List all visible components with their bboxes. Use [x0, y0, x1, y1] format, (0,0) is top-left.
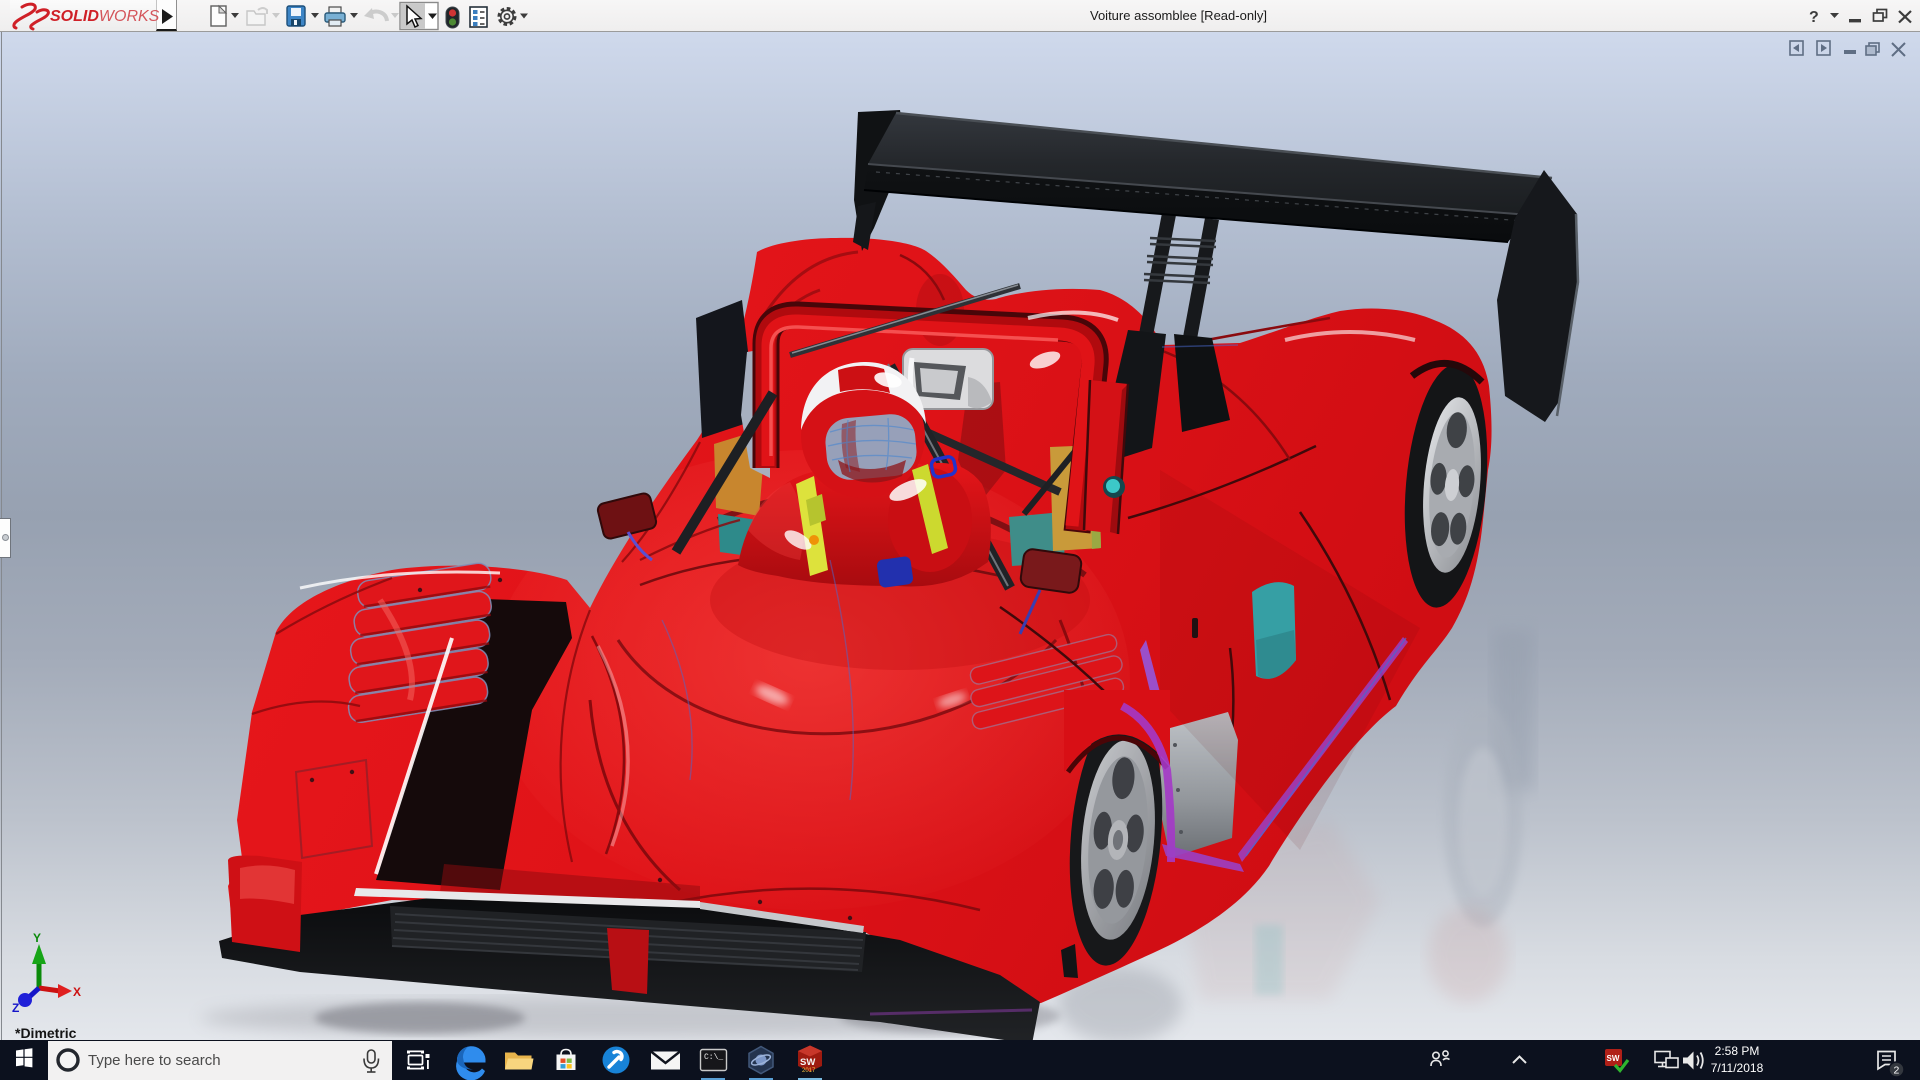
- svg-text:2017: 2017: [802, 1068, 816, 1074]
- svg-text:Y: Y: [33, 931, 41, 945]
- svg-text:2: 2: [1894, 1065, 1900, 1077]
- svg-text:SW: SW: [1607, 1054, 1620, 1063]
- svg-text:C:\_: C:\_: [704, 1053, 723, 1062]
- svg-text:SOLIDWORKS: SOLIDWORKS: [50, 8, 160, 25]
- svg-text:SW: SW: [800, 1057, 815, 1068]
- svg-text:X: X: [73, 985, 81, 999]
- svg-text:?: ?: [1809, 9, 1819, 26]
- svg-text:Z: Z: [12, 1001, 19, 1015]
